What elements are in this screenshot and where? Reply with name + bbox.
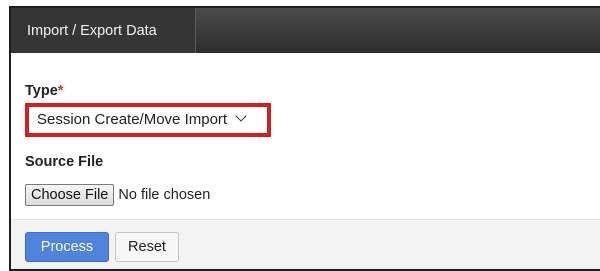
file-input: Choose File No file chosen	[25, 184, 210, 206]
reset-button[interactable]: Reset	[115, 232, 179, 262]
chevron-down-icon	[235, 110, 247, 122]
choose-file-button[interactable]: Choose File	[25, 184, 115, 206]
type-label-text: Type	[25, 83, 58, 99]
form-actions: Process Reset	[11, 219, 600, 269]
process-button[interactable]: Process	[25, 232, 109, 262]
type-select-value: Session Create/Move Import	[37, 111, 228, 128]
tab-bar: Import / Export Data	[11, 8, 600, 53]
type-label: Type*	[25, 83, 63, 99]
file-status: No file chosen	[118, 187, 211, 203]
required-marker: *	[57, 83, 64, 99]
import-export-panel: Import / Export Data Type* Session Creat…	[9, 6, 600, 271]
tab-import-export[interactable]: Import / Export Data	[11, 8, 196, 53]
type-select[interactable]: Session Create/Move Import	[25, 108, 247, 132]
source-file-label: Source File	[25, 154, 104, 170]
